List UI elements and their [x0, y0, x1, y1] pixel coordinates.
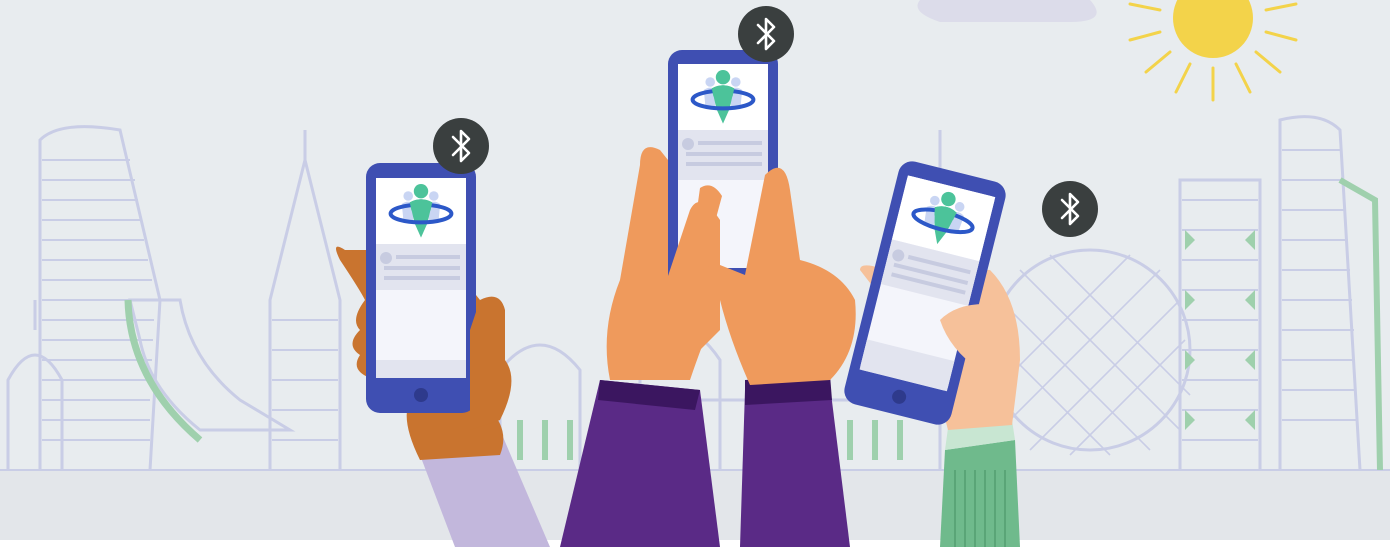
bluetooth-icon: [1041, 180, 1099, 238]
bluetooth-icon: [737, 5, 795, 63]
illustration-scene: [0, 0, 1390, 547]
cloud: [917, 0, 1097, 22]
bluetooth-icon: [432, 117, 490, 175]
right-sleeve: [940, 440, 1020, 547]
phone-left: [366, 163, 476, 413]
